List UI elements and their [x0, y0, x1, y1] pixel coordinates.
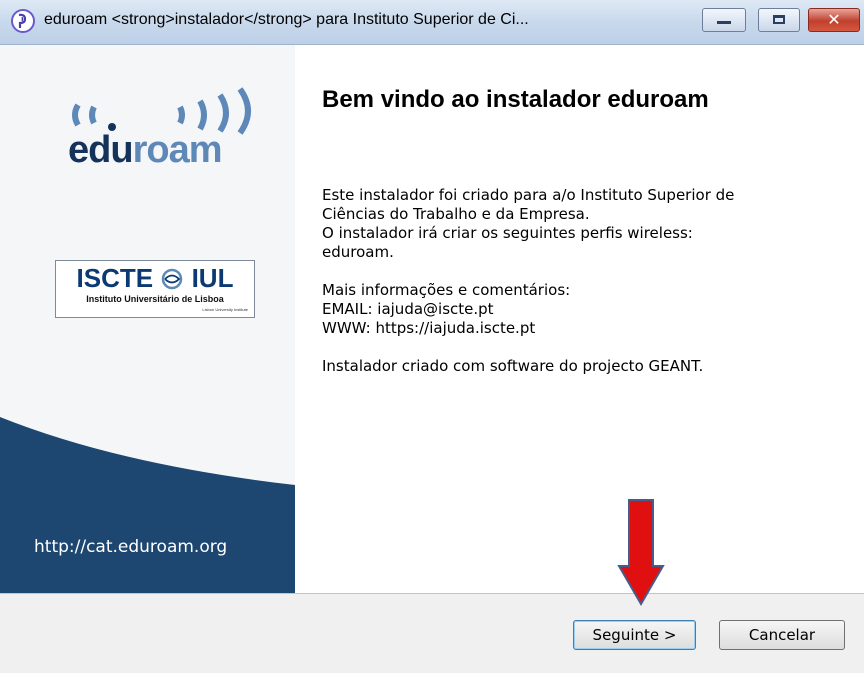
institution-logo-subtitle-en: Lisbon University Institute	[202, 307, 248, 312]
institution-logo-title-left: ISCTE	[76, 263, 154, 293]
title-bar[interactable]: eduroam <strong>instalador</strong> para…	[0, 0, 864, 45]
branding-panel: eduroam ISCTE IUL Instituto Universitári…	[0, 45, 295, 593]
next-button[interactable]: Seguinte >	[573, 620, 696, 650]
close-button[interactable]: ✕	[808, 8, 860, 32]
maximize-button[interactable]	[758, 8, 800, 32]
welcome-title: Bem vindo ao instalador eduroam	[322, 86, 709, 113]
button-bar: Seguinte > Cancelar	[0, 593, 864, 673]
red-arrow-annotation	[617, 499, 665, 606]
logo-roam-text: roam	[132, 129, 223, 171]
footer-line: Instalador criado com software do projec…	[322, 357, 704, 375]
institution-globe-icon	[162, 268, 183, 290]
institution-logo-subtitle: Instituto Universitário de Lisboa	[86, 294, 224, 304]
logo-edu-text: edu	[68, 129, 134, 171]
institution-logo-title: ISCTE IUL	[56, 263, 254, 294]
www-line: WWW: https://iajuda.iscte.pt	[322, 319, 536, 337]
body-line: O instalador irá criar os seguintes perf…	[322, 224, 693, 242]
institution-logo-title-right: IUL	[191, 263, 234, 293]
eduroam-wave-icon	[72, 87, 251, 135]
info-heading: Mais informações e comentários:	[322, 281, 571, 299]
close-icon: ✕	[827, 10, 841, 29]
body-line: eduroam.	[322, 243, 394, 261]
welcome-body: Este instalador foi criado para a/o Inst…	[322, 186, 842, 376]
minimize-icon	[717, 21, 731, 24]
minimize-button[interactable]	[702, 8, 746, 32]
eduroam-logo: eduroam	[68, 129, 223, 172]
installer-window: eduroam <strong>instalador</strong> para…	[0, 0, 864, 673]
maximize-icon	[773, 15, 785, 24]
email-line: EMAIL: iajuda@iscte.pt	[322, 300, 494, 318]
cancel-button[interactable]: Cancelar	[719, 620, 845, 650]
window-title: eduroam <strong>instalador</strong> para…	[44, 11, 529, 28]
body-line: Ciências do Trabalho e da Empresa.	[322, 205, 590, 223]
body-line: Este instalador foi criado para a/o Inst…	[322, 186, 735, 204]
app-icon	[11, 9, 35, 33]
institution-logo: ISCTE IUL Instituto Universitário de Lis…	[55, 260, 255, 318]
cat-url-text: http://cat.eduroam.org	[34, 537, 228, 557]
